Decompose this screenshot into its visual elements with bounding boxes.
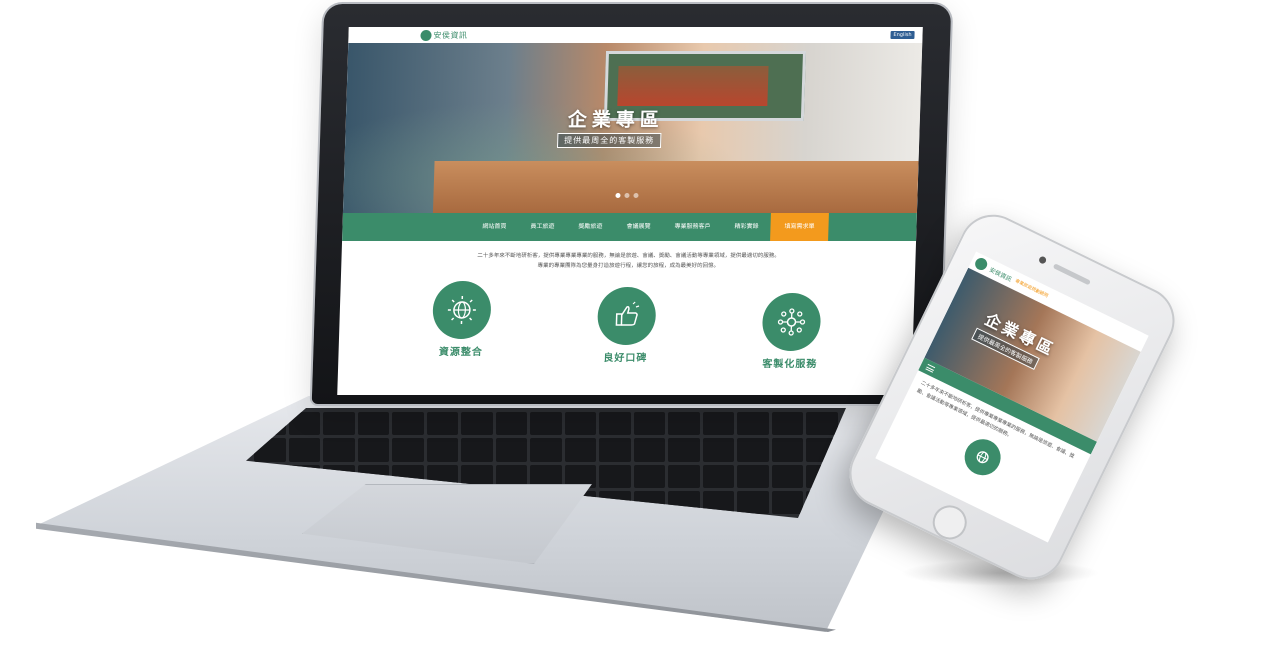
carousel-dot[interactable] (633, 193, 639, 198)
nav-cta-request-form[interactable]: 填寫需求單 (770, 213, 829, 241)
phone-logo-icon[interactable] (973, 256, 990, 273)
feature-good-reputation[interactable]: 良好口碑 (596, 287, 657, 370)
carousel-dot[interactable] (615, 193, 621, 198)
people-network-icon (761, 293, 822, 351)
intro-text: 二十多年來不斷地研析客，提供專業專業專業的服務，無論是旅遊、會議、獎勵、會議活動… (341, 251, 916, 271)
nav-item-employee-travel[interactable]: 員工旅遊 (518, 213, 567, 241)
logo-text: 安侯資訊 (433, 30, 468, 40)
thumbs-up-icon (596, 287, 657, 345)
nav-item-home[interactable]: 網站首頁 (470, 213, 519, 241)
hero-subtitle: 提供最周全的客製服務 (556, 133, 662, 148)
carousel-dots (615, 193, 639, 198)
intro-line: 專業的專業團隊為您量身打造旅遊行程，讓您的旅程，成為最美好的回憶。 (537, 263, 720, 269)
logo-leaf-icon (420, 29, 432, 41)
site-logo[interactable]: 安侯資訊 (420, 29, 468, 41)
feature-label: 良好口碑 (603, 353, 648, 364)
feature-label: 客製化服務 (762, 359, 818, 370)
site-header: 安侯資訊 English (348, 27, 923, 43)
nav-item-conference[interactable]: 會議展覽 (614, 213, 663, 241)
hamburger-menu-icon[interactable] (925, 363, 936, 373)
phone-camera (1037, 255, 1048, 265)
carousel-dot[interactable] (624, 193, 630, 198)
feature-label: 資源整合 (438, 347, 484, 358)
language-button[interactable]: English (890, 31, 915, 39)
hero-title: 企業專區 (567, 109, 665, 131)
hero-banner: 企業專區 提供最周全的客製服務 (342, 43, 923, 213)
features-row: 資源整合 良好口碑 客製化服務 (338, 281, 915, 370)
nav-item-gallery[interactable]: 精彩實錄 (722, 213, 771, 241)
feature-resource-integration[interactable]: 資源整合 (431, 281, 493, 370)
globe-network-icon (432, 281, 493, 339)
laptop-screen: 安侯資訊 English 企業專區 提供最周全的客製服務 網站首頁 員工旅遊 獎… (337, 27, 923, 395)
feature-custom-service[interactable]: 客製化服務 (761, 293, 822, 370)
main-nav: 網站首頁 員工旅遊 獎勵旅遊 會議展覽 專業服務客戶 精彩實錄 填寫需求單 (342, 213, 917, 241)
nav-item-incentive-travel[interactable]: 獎勵旅遊 (566, 213, 615, 241)
intro-line: 二十多年來不斷地研析客，提供專業專業專業的服務，無論是旅遊、會議、獎勵、會議活動… (477, 253, 780, 259)
phone-home-button[interactable] (926, 499, 973, 546)
nav-item-clients[interactable]: 專業服務客戶 (662, 213, 723, 241)
hero-desk-image (432, 161, 919, 213)
phone-speaker (1052, 263, 1091, 286)
